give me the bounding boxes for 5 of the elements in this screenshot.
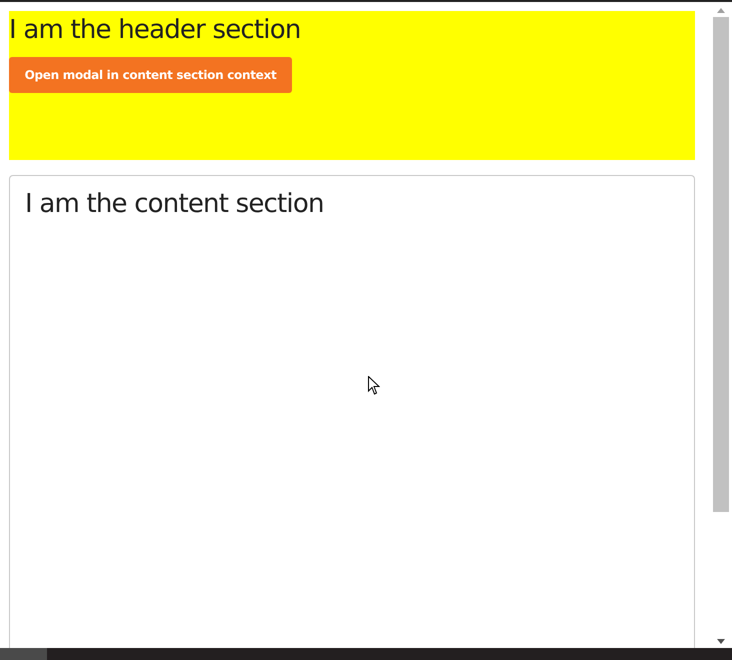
header-title: I am the header section	[9, 15, 302, 45]
cursor-icon	[368, 376, 380, 395]
open-modal-button[interactable]: Open modal in content section context	[9, 57, 292, 93]
scrollbar-thumb[interactable]	[713, 17, 729, 512]
content-title: I am the content section	[25, 189, 325, 219]
